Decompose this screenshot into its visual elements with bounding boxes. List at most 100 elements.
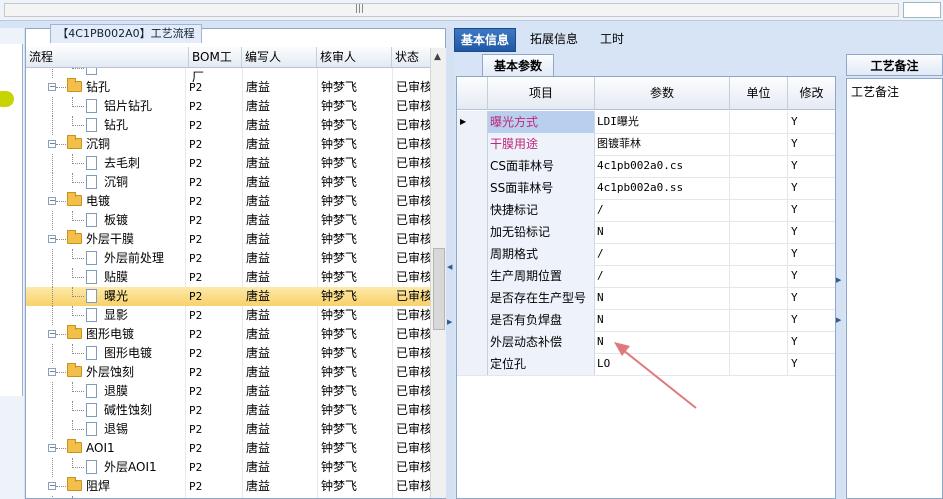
tree-row[interactable]: 图形电镀 P2 唐益 钟梦飞 已审核 [26, 344, 430, 363]
splitter-arrow-icon[interactable]: ◀ [447, 263, 452, 271]
param-unit-cell[interactable] [730, 353, 788, 375]
param-unit-cell[interactable] [730, 265, 788, 287]
param-splitter[interactable]: ▶ ▶ [836, 76, 844, 499]
tree-row[interactable]: − 外层干膜 P2 唐益 钟梦飞 已审核 [26, 230, 430, 249]
tree-row[interactable]: 贴膜 P2 唐益 钟梦飞 已审核 [26, 268, 430, 287]
param-unit-cell[interactable] [730, 309, 788, 331]
tree-row[interactable]: − AOI1 P2 唐益 钟梦飞 已审核 [26, 439, 430, 458]
param-value-cell[interactable]: N [595, 221, 730, 243]
tree-row[interactable]: 阻焊前处理 P2 唐益 钟梦飞 已审核 [26, 496, 430, 498]
param-row[interactable]: SS面菲林号 4c1pb002a0.ss Y [457, 177, 835, 200]
tree-scroll-thumb[interactable] [433, 248, 445, 330]
collapse-icon[interactable]: − [48, 83, 56, 91]
col-header-edit[interactable]: 修改 [788, 77, 835, 109]
tree-row[interactable]: − 沉铜 P2 唐益 钟梦飞 已审核 [26, 135, 430, 154]
tree-row[interactable]: 退膜 P2 唐益 钟梦飞 已审核 [26, 382, 430, 401]
scroll-up-icon[interactable]: ▲ [434, 52, 441, 62]
param-value-cell[interactable]: / [595, 265, 730, 287]
row-indicator[interactable] [457, 221, 488, 243]
tree-row[interactable] [26, 68, 430, 78]
param-unit-cell[interactable] [730, 331, 788, 353]
param-row[interactable]: 是否存在生产型号 N Y [457, 287, 835, 310]
tree-row[interactable]: − 图形电镀 P2 唐益 钟梦飞 已审核 [26, 325, 430, 344]
tab-basic-params[interactable]: 基本参数 [482, 54, 554, 77]
tree-row[interactable]: 显影 P2 唐益 钟梦飞 已审核 [26, 306, 430, 325]
param-unit-cell[interactable] [730, 133, 788, 155]
param-row[interactable]: ▶ 曝光方式 LDI曝光 Y [457, 111, 835, 134]
col-header-bom[interactable]: BOM工厂 [189, 47, 242, 84]
param-row[interactable]: 周期格式 / Y [457, 243, 835, 266]
param-value-cell[interactable]: / [595, 199, 730, 221]
param-value-cell[interactable]: N [595, 309, 730, 331]
tree-row[interactable]: 碱性蚀刻 P2 唐益 钟梦飞 已审核 [26, 401, 430, 420]
tree-row[interactable]: − 外层蚀刻 P2 唐益 钟梦飞 已审核 [26, 363, 430, 382]
tree-vertical-scrollbar[interactable]: ▲ [430, 48, 446, 498]
param-unit-cell[interactable] [730, 155, 788, 177]
col-header-writer[interactable]: 编写人 [242, 47, 317, 67]
row-indicator[interactable] [457, 265, 488, 287]
param-row[interactable]: 是否有负焊盘 N Y [457, 309, 835, 332]
row-indicator[interactable] [457, 309, 488, 331]
tree-row[interactable]: − 钻孔 P2 唐益 钟梦飞 已审核 [26, 78, 430, 97]
collapse-icon[interactable]: − [48, 140, 56, 148]
param-row[interactable]: 干膜用途 图镀菲林 Y [457, 133, 835, 156]
param-row[interactable]: 加无铅标记 N Y [457, 221, 835, 244]
row-indicator[interactable] [457, 199, 488, 221]
tree-row[interactable]: 去毛刺 P2 唐益 钟梦飞 已审核 [26, 154, 430, 173]
collapse-icon[interactable]: − [48, 197, 56, 205]
collapse-icon[interactable]: − [48, 330, 56, 338]
col-header-reviewer[interactable]: 核审人 [317, 47, 392, 67]
splitter-arrow-icon[interactable]: ▶ [836, 316, 841, 324]
row-indicator[interactable] [457, 177, 488, 199]
splitter-arrow-icon[interactable]: ▶ [836, 276, 841, 284]
row-indicator[interactable] [457, 287, 488, 309]
tree-row[interactable]: 钻孔 P2 唐益 钟梦飞 已审核 [26, 116, 430, 135]
collapse-icon[interactable]: − [48, 235, 56, 243]
param-row[interactable]: 生产周期位置 / Y [457, 265, 835, 288]
param-unit-cell[interactable] [730, 177, 788, 199]
tree-row[interactable]: 沉铜 P2 唐益 钟梦飞 已审核 [26, 173, 430, 192]
param-value-cell[interactable]: LDI曝光 [595, 111, 730, 133]
process-notes-title[interactable]: 工艺备注 [846, 54, 943, 76]
panel-splitter[interactable]: ◀ ▶ [446, 28, 454, 499]
col-header-process[interactable]: 流程 [26, 47, 189, 67]
tab-extended-info[interactable]: 拓展信息 [524, 28, 584, 50]
tree-row-selected[interactable]: 曝光 P2 唐益 钟梦飞 已审核 [26, 287, 430, 306]
tab-basic-info[interactable]: 基本信息 [454, 28, 517, 52]
collapse-icon[interactable]: − [48, 368, 56, 376]
param-unit-cell[interactable] [730, 221, 788, 243]
row-indicator[interactable] [457, 243, 488, 265]
param-value-cell[interactable]: 图镀菲林 [595, 133, 730, 155]
row-indicator[interactable] [457, 155, 488, 177]
param-row[interactable]: CS面菲林号 4c1pb002a0.cs Y [457, 155, 835, 178]
tree-row[interactable]: − 阻焊 P2 唐益 钟梦飞 已审核 [26, 477, 430, 496]
collapse-icon[interactable]: − [48, 444, 56, 452]
tree-row[interactable]: 外层前处理 P2 唐益 钟梦飞 已审核 [26, 249, 430, 268]
splitter-arrow-icon[interactable]: ▶ [447, 318, 452, 326]
tree-row[interactable]: − 电镀 P2 唐益 钟梦飞 已审核 [26, 192, 430, 211]
param-value-cell[interactable]: / [595, 243, 730, 265]
param-row[interactable]: 快捷标记 / Y [457, 199, 835, 222]
param-unit-cell[interactable] [730, 111, 788, 133]
param-value-cell[interactable]: N [595, 287, 730, 309]
tab-work-hours[interactable]: 工时 [594, 28, 630, 50]
param-unit-cell[interactable] [730, 199, 788, 221]
param-unit-cell[interactable] [730, 287, 788, 309]
tree-row[interactable]: 铝片钻孔 P2 唐益 钟梦飞 已审核 [26, 97, 430, 116]
tree-row[interactable]: 外层AOI1 P2 唐益 钟梦飞 已审核 [26, 458, 430, 477]
col-header-item[interactable]: 项目 [488, 77, 595, 109]
top-scrollbar[interactable]: ||| [0, 0, 943, 21]
param-unit-cell[interactable] [730, 243, 788, 265]
tree-row[interactable]: 退锡 P2 唐益 钟梦飞 已审核 [26, 420, 430, 439]
collapse-icon[interactable]: − [48, 482, 56, 490]
row-indicator[interactable] [457, 133, 488, 155]
row-indicator[interactable]: ▶ [457, 111, 488, 133]
col-header-param[interactable]: 参数 [595, 77, 730, 109]
tree-row[interactable]: 板镀 P2 唐益 钟梦飞 已审核 [26, 211, 430, 230]
param-value-cell[interactable]: 4c1pb002a0.cs [595, 155, 730, 177]
row-indicator[interactable] [457, 353, 488, 375]
param-value-cell[interactable]: 4c1pb002a0.ss [595, 177, 730, 199]
col-header-unit[interactable]: 单位 [730, 77, 788, 109]
row-indicator[interactable] [457, 331, 488, 353]
top-scrollbar-track[interactable] [4, 3, 899, 17]
